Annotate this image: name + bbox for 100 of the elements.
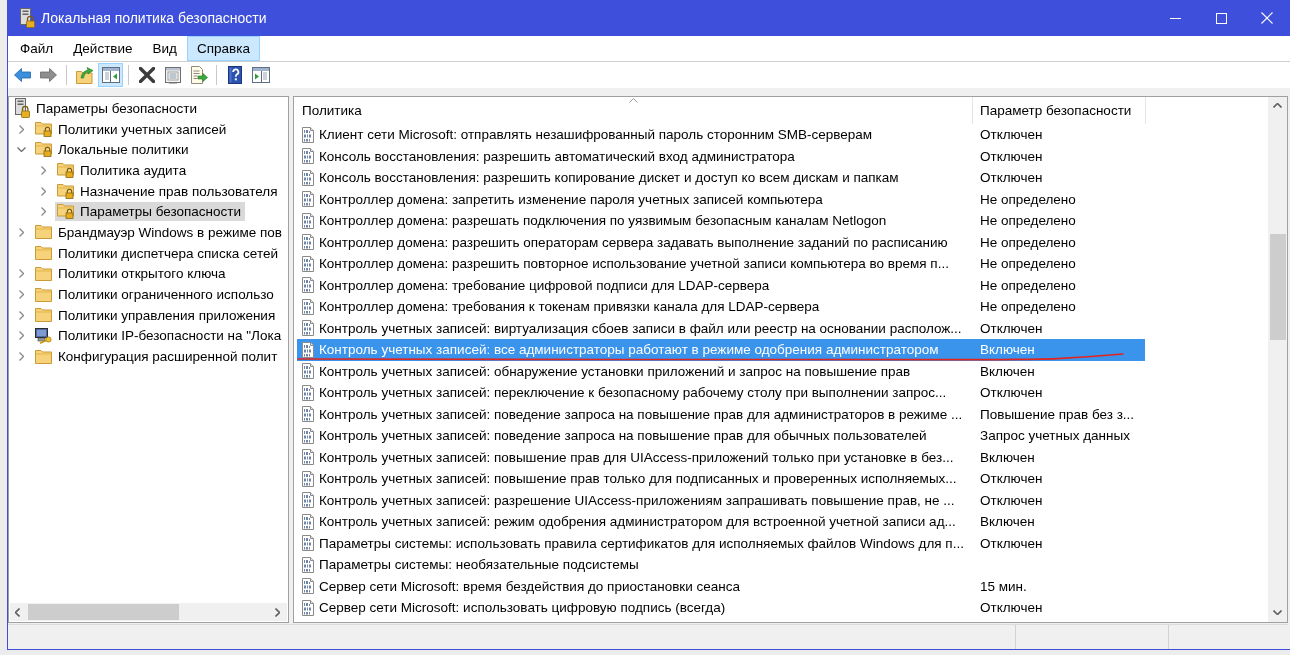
document-icon [302,363,314,380]
menu-item[interactable]: Справка [187,36,260,61]
table-cell: Не определено [980,299,1076,315]
document-icon [302,449,314,466]
tree-item[interactable]: Политики IP-безопасности на "Лока [33,326,286,346]
locked-folder-icon [35,142,52,158]
chevron-right-icon[interactable] [19,331,24,341]
console-tree-button[interactable] [98,63,123,87]
table-row[interactable]: Параметры системы: необязательные подсистемы [297,554,1145,576]
cross-icon [138,67,155,83]
table-row[interactable]: Параметры системы: использовать правила сертификатов для исполняемых файлов Windows для п... Отключен [297,532,1145,554]
table-cell: Отключен [980,127,1043,143]
table-row[interactable]: Контроллер домена: разрешить повторное использование учетной записи компьютера во время п... Не определено [297,253,1145,275]
table-row[interactable]: Контроль учетных записей: повышение прав только для подписанных и проверенных исполняемых... Отключен [297,468,1145,490]
column-header[interactable]: Политика [294,97,973,124]
scrollbar-thumb[interactable] [1269,234,1286,340]
table-row[interactable]: Контроль учетных записей: поведение запроса на повышение прав для администраторов в режиме ... Повышение прав без з... [297,403,1145,425]
table-row[interactable]: Клиент сети Microsoft: отправлять незашифрованный пароль сторонним SMB-серверам Отключен [297,124,1145,146]
document-icon [302,298,314,315]
document-arrow-icon [189,66,208,84]
document-icon [302,341,314,358]
table-row[interactable]: Консоль восстановления: разрешить автоматический вход администратора Отключен [297,145,1145,167]
document-icon [302,212,314,229]
menu-item[interactable]: Действие [63,36,143,61]
server-lock-icon [15,98,30,119]
folder-icon [35,266,52,281]
folder-arrow-icon [75,66,94,84]
table-cell: Контроллер домена: разрешать подключения по уязвимым безопасным каналам Netlogon [319,214,887,228]
tree-item[interactable]: Политики учетных записей [33,119,231,139]
tree-item[interactable]: Политики открытого ключа [33,264,230,284]
chevron-down-icon[interactable] [17,147,26,153]
table-row[interactable]: Контроллер домена: разрешить операторам сервера задавать выполнение заданий по расписанию Не определено [297,231,1145,253]
table-cell: Контроль учетных записей: переключение к безопасному рабочему столу при выполнении запрос... [319,386,947,400]
table-row[interactable]: Сервер сети Microsoft: время бездействия до приостановки сеанса 15 мин. [297,575,1145,597]
table-cell: Контроль учетных записей: режим одобрения администратором для встроенной учетной записи ад... [319,515,956,529]
table-cell: Отключен [980,471,1043,487]
document-icon [302,599,314,616]
table-cell: Не определено [980,256,1076,272]
table-row[interactable]: Контроль учетных записей: режим одобрения администратором для встроенной учетной записи ад... Включен [297,511,1145,533]
tree-item[interactable]: Параметры безопасности [13,98,202,118]
table-cell: Контроллер домена: разрешить операторам сервера задавать выполнение заданий по расписанию [319,235,948,249]
table-row[interactable]: Консоль восстановления: разрешить копирование дискет и доступ ко всем дискам и папкам Отключен [297,167,1145,189]
table-row[interactable]: Сервер сети Microsoft: использовать цифровую подпись (всегда) Отключен [297,597,1145,619]
tree-item[interactable]: Политики диспетчера списка сетей [33,243,282,263]
table-cell: Повышение прав без з... [980,406,1135,422]
table-cell: Контроль учетных записей: виртуализация сбоев записи в файл или реестр на основании располож... [319,321,962,335]
locked-folder-icon [57,204,74,220]
table-cell: Включен [980,342,1035,358]
chevron-right-icon[interactable] [41,165,46,175]
tree-item[interactable]: Локальные политики [33,140,193,160]
table-row[interactable]: Контроллер домена: разрешать подключения по уязвимым безопасным каналам Netlogon Не определено [297,210,1145,232]
document-icon [302,556,314,573]
menu-item[interactable]: Файл [10,36,64,61]
table-row[interactable]: Контроль учетных записей: повышение прав для UIAccess-приложений только при установке в без... Включен [297,446,1145,468]
chevron-right-icon[interactable] [41,186,46,196]
menu-item[interactable]: Вид [142,36,187,61]
tree-item[interactable]: Брандмауэр Windows в режиме пов [33,222,286,242]
table-cell: Параметры системы: необязательные подсистемы [319,558,639,572]
table-cell: Контроль учетных записей: обнаружение установки приложений и запрос на повышение прав [319,364,911,378]
locked-folder-icon [35,121,52,137]
table-cell: Сервер сети Microsoft: время бездействия до приостановки сеанса [319,579,741,593]
close-icon [1261,12,1273,24]
tree-item[interactable]: Назначение прав пользователя [55,181,282,201]
column-header[interactable]: Параметр безопасности [973,97,1146,124]
tree-item[interactable]: Политики управления приложения [33,305,280,325]
table-cell: Параметры системы: использовать правила сертификатов для исполняемых файлов Windows для п... [319,536,964,550]
table-row[interactable]: Контроллер домена: требования к токенам привязки канала для LDAP-сервера Не определено [297,296,1145,318]
maximize-icon [1215,12,1227,24]
document-icon [302,578,314,595]
table-cell: Отключен [980,492,1043,508]
tree-item[interactable]: Конфигурация расширенной полит [33,347,282,367]
window-panel-icon [101,67,120,83]
locked-folder-icon [57,162,74,178]
table-row[interactable]: Контроллер домена: запретить изменение пароля учетных записей компьютера Не определено [297,188,1145,210]
table-row[interactable]: Контроль учетных записей: разрешение UIAccess-приложениям запрашивать повышение прав, не ... Отключен [297,489,1145,511]
chevron-right-icon[interactable] [41,207,46,217]
help-icon [227,66,242,84]
table-row[interactable]: Контроль учетных записей: обнаружение установки приложений и запрос на повышение прав Включен [297,360,1145,382]
table-row[interactable]: Контроль учетных записей: виртуализация сбоев записи в файл или реестр на основании располож... Отключен [297,317,1145,339]
table-cell: Включен [980,363,1035,379]
table-row[interactable]: Контроль учетных записей: поведение запроса на повышение прав для обычных пользователей Запрос учетных данных [297,425,1145,447]
chevron-right-icon[interactable] [19,269,24,279]
table-row[interactable]: Контроль учетных записей: переключение к безопасному рабочему столу при выполнении запрос... Отключен [297,382,1145,404]
app-icon [20,8,35,28]
document-icon [302,535,314,552]
tree-item[interactable]: Параметры безопасности [55,202,246,222]
tree-item[interactable]: Политики ограниченного использо [33,285,278,305]
table-cell: Отключен [980,600,1043,616]
chevron-right-icon[interactable] [19,227,24,237]
folder-icon [35,246,52,261]
chevron-right-icon[interactable] [19,290,24,300]
folder-icon [35,349,52,364]
scrollbar-thumb[interactable] [28,604,179,620]
chevron-right-icon[interactable] [19,310,24,320]
table-row[interactable]: Контроллер домена: требование цифровой подписи для LDAP-сервера Не определено [297,274,1145,296]
folder-icon [35,225,52,240]
table-cell: Отключен [980,320,1043,336]
tree-item[interactable]: Политика аудита [55,160,191,180]
chevron-right-icon[interactable] [19,352,24,362]
chevron-right-icon[interactable] [19,124,24,134]
